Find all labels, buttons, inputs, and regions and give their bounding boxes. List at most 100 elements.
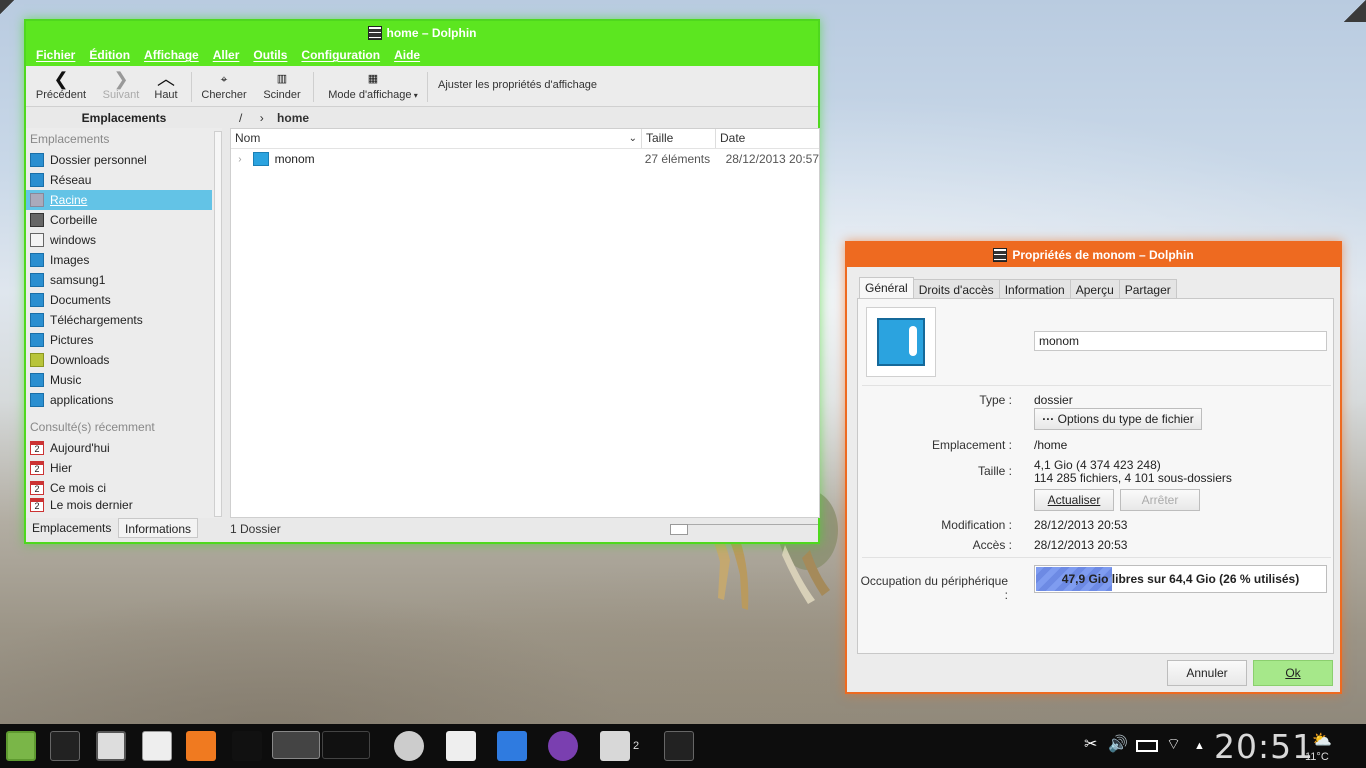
calendar-icon: 2 [30,481,44,495]
up-button[interactable]: ︿ Haut [150,69,182,101]
place-item-corbeille[interactable]: Corbeille [26,210,222,230]
recent-item-this-month[interactable]: 2 Ce mois ci [26,478,222,498]
place-item-documents[interactable]: Documents [26,290,222,310]
ok-button[interactable]: Ok [1253,660,1333,686]
image-viewer-icon[interactable] [600,731,630,761]
tab-general[interactable]: Général [859,277,914,300]
recent-item-yesterday[interactable]: 2 Hier [26,458,222,478]
clock[interactable]: 20:51 [1214,727,1314,766]
split-button[interactable]: ▥ Scinder [260,69,304,101]
terminal-task-icon[interactable] [96,731,126,761]
zoom-slider[interactable] [670,524,818,535]
pager-workspace-2[interactable] [322,731,370,759]
place-item-dossier-personnel[interactable]: Dossier personnel [26,150,222,170]
name-field[interactable]: monom [1034,331,1327,351]
scissors-icon[interactable]: ✂ [1084,734,1097,754]
chromium-icon[interactable] [497,731,527,761]
rss-reader-icon[interactable] [186,731,216,761]
recent-item-today[interactable]: 2 Aujourd'hui [26,438,222,458]
column-name[interactable]: Nom ⌄ [231,129,641,148]
view-mode-button[interactable]: ▦ Mode d'affichage ▾ [326,69,420,101]
place-item-downloads[interactable]: Downloads [26,350,222,370]
volume-icon[interactable]: 🔊 [1108,734,1128,754]
desktop-corner-hotspot-right[interactable] [1344,0,1366,22]
menu-aller[interactable]: Aller [213,45,240,66]
chat-icon[interactable] [232,731,262,761]
tab-emplacements[interactable]: Emplacements [26,518,118,538]
zoom-slider-handle[interactable] [670,524,688,535]
camera-app-icon[interactable] [446,731,476,761]
place-item-applications[interactable]: applications [26,390,222,410]
dolphin-task-icon[interactable] [50,731,80,761]
search-button[interactable]: ⌖ Chercher [198,69,250,101]
location-value: /home [1034,438,1068,452]
place-label: Pictures [50,333,94,347]
expand-chevron-icon[interactable]: › [231,154,249,165]
place-label: Music [50,373,82,387]
cancel-button[interactable]: Annuler [1167,660,1247,686]
view-mode-label: Mode d'affichage [328,89,412,101]
menu-edition[interactable]: Édition [89,45,130,66]
battery-icon[interactable] [1136,740,1158,752]
file-type-options-button[interactable]: ··· Options du type de fichier [1034,408,1202,430]
wifi-icon[interactable]: ⌔ [1166,734,1181,754]
stop-button[interactable]: Arrêter [1120,489,1200,511]
place-item-music[interactable]: Music [26,370,222,390]
menu-fichier[interactable]: Fichier [36,45,75,66]
place-label: Dossier personnel [50,153,147,167]
place-item-reseau[interactable]: Réseau [26,170,222,190]
place-item-telechargements[interactable]: Téléchargements [26,310,222,330]
dolphin-app-icon [993,248,1008,262]
column-date[interactable]: Date [715,129,815,148]
back-button[interactable]: ❮ Précédent [34,69,88,101]
dolphin-titlebar[interactable]: home – Dolphin [26,21,818,45]
place-item-racine[interactable]: Racine [26,190,212,210]
place-item-images[interactable]: Images [26,250,222,270]
adjust-view-button[interactable]: Ajuster les propriétés d'affichage [438,79,597,91]
place-item-windows[interactable]: windows [26,230,222,250]
menu-outils[interactable]: Outils [253,45,287,66]
dolphin-properties-task-icon[interactable] [664,731,694,761]
type-value: dossier [1034,393,1073,407]
forward-button[interactable]: ❯ Suivant [98,69,144,101]
system-monitor-icon[interactable] [394,731,424,761]
place-item-samsung1[interactable]: samsung1 [26,270,222,290]
tab-informations[interactable]: Informations [118,518,199,538]
desktop-corner-hotspot-left[interactable] [0,0,14,14]
place-item-pictures[interactable]: Pictures [26,330,222,350]
weather-partly-cloudy-icon[interactable]: ⛅ [1312,730,1332,750]
mint-menu-icon[interactable] [6,731,36,761]
tray-expand-icon[interactable]: ▲ [1194,740,1205,752]
split-view-icon: ▥ [276,73,288,85]
tab-partager[interactable]: Partager [1118,279,1177,300]
menu-configuration[interactable]: Configuration [301,45,380,66]
tab-apercu[interactable]: Aperçu [1069,279,1120,300]
tab-droits-acces[interactable]: Droits d'accès [912,279,1000,300]
file-row[interactable]: › monom 27 éléments 28/12/2013 20:57 [231,149,819,169]
music-folder-icon [30,373,44,387]
up-label: Haut [154,89,178,101]
breadcrumb-current[interactable]: home [277,111,309,125]
dolphin-window: home – Dolphin Fichier Édition Affichage… [24,19,820,544]
folder-icon-button[interactable] [866,307,936,377]
menu-affichage[interactable]: Affichage [144,45,199,66]
folder-icon [252,152,269,166]
refresh-button[interactable]: Actualiser [1034,489,1114,511]
chevron-left-icon: ❮ [53,69,69,89]
temperature: 11°C [1305,751,1329,763]
disk-usage-text: 47,9 Gio libres sur 64,4 Gio (26 % utili… [1061,572,1300,586]
pager-workspace-1[interactable] [272,731,320,759]
column-size[interactable]: Taille [641,129,715,148]
app-a-icon[interactable] [548,731,578,761]
text-editor-task-icon[interactable] [142,731,172,761]
refresh-label: Actualiser [1047,493,1101,507]
dialog-title: Propriétés de monom – Dolphin [1012,248,1194,262]
menu-aide[interactable]: Aide [394,45,420,66]
recent-item-last-month[interactable]: 2 Le mois dernier [26,498,222,512]
places-scrollbar[interactable] [214,131,222,517]
breadcrumb-root[interactable]: / [239,111,242,125]
dialog-titlebar[interactable]: Propriétés de monom – Dolphin [847,243,1340,267]
column-name-label: Nom [235,131,261,145]
general-pane: monom Type : dossier ··· Options du type… [857,298,1334,654]
tab-information[interactable]: Information [998,279,1071,300]
